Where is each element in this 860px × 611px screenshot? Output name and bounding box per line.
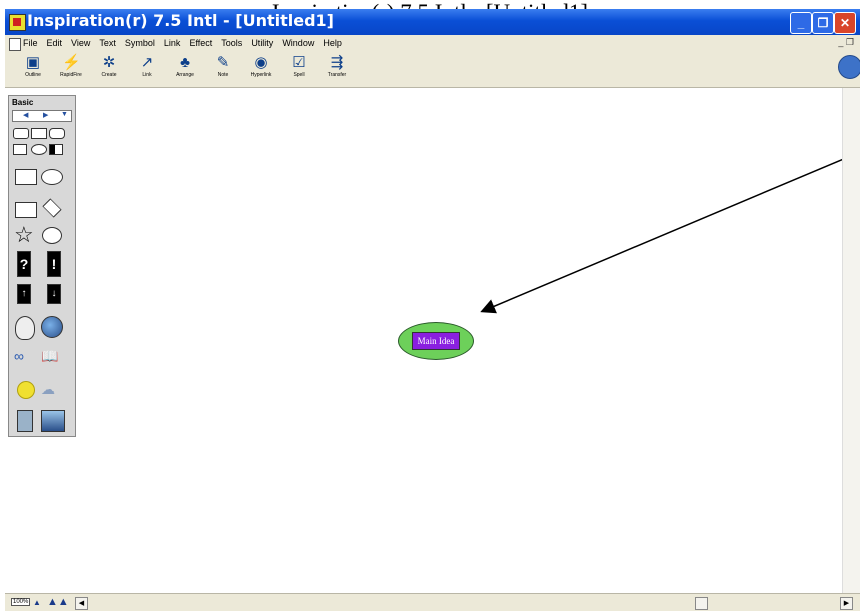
minimize-button[interactable]: _ (790, 12, 812, 34)
tool-label: Outline (25, 72, 41, 78)
note-icon: ✎ (216, 54, 230, 71)
star-box-symbol[interactable] (13, 144, 27, 155)
menu-item-effect[interactable]: Effect (189, 38, 212, 48)
tool-label: Link (142, 72, 152, 78)
tool-label: Spell (293, 72, 305, 78)
speech-bubble-symbol[interactable] (42, 227, 62, 244)
symbol-palette: Basic ◀ ▶ ▼ ☆ ? ! ↑ ↓ ∞ 📖 ☁ (8, 95, 76, 437)
menu-item-symbol[interactable]: Symbol (125, 38, 155, 48)
tool-link-button[interactable]: ↗ Link (127, 54, 167, 86)
diamond-symbol[interactable] (42, 198, 62, 218)
crossed-oval-symbol[interactable] (41, 169, 63, 185)
arrange-icon: ♣ (180, 54, 190, 71)
title-bar[interactable]: Inspiration(r) 7.5 Intl - [Untitled1] _ … (5, 9, 860, 35)
status-bar: 100% ▲ ▲▲ ◀ ▶ (5, 593, 860, 611)
tool-create-button[interactable]: ✲ Create (89, 54, 129, 86)
tool-label: Transfer (327, 72, 347, 78)
menu-item-tools[interactable]: Tools (221, 38, 242, 48)
transfer-icon: ⇶ (330, 54, 344, 71)
sun-symbol[interactable] (17, 381, 35, 399)
menu-item-file[interactable]: File (23, 38, 38, 48)
restore-button[interactable]: ❐ (812, 12, 834, 34)
rounded-square-symbol[interactable] (49, 128, 65, 139)
menu-item-help[interactable]: Help (323, 38, 342, 48)
scroll-thumb[interactable] (695, 597, 708, 610)
tool-transfer-button[interactable]: ⇶ Transfer (317, 54, 357, 86)
rectangle-symbol[interactable] (31, 128, 47, 139)
menu-item-view[interactable]: View (71, 38, 90, 48)
oval-symbol[interactable] (31, 144, 47, 155)
zoom-small-icon[interactable]: ▲ (33, 598, 41, 607)
mdi-controls[interactable]: _ ❐ (838, 37, 854, 48)
calculator-symbol[interactable] (17, 410, 33, 432)
create-icon: ✲ (102, 54, 116, 71)
glasses-symbol[interactable]: ∞ (14, 348, 24, 364)
tool-arrange-button[interactable]: ♣ Arrange (165, 54, 205, 86)
spell-icon: ☑ (292, 54, 306, 71)
menu-item-edit[interactable]: Edit (47, 38, 63, 48)
document-icon[interactable] (9, 38, 21, 51)
half-square-symbol[interactable] (49, 144, 63, 155)
app-icon[interactable] (9, 14, 26, 31)
large-rectangle-symbol[interactable] (15, 169, 37, 185)
tool-label: Arrange (176, 72, 194, 78)
tool-label: Hyperlink (250, 72, 272, 78)
rapidfire-icon: ⚡ (62, 54, 81, 71)
prev-arrow-icon[interactable]: ◀ (23, 111, 28, 119)
scroll-left-button[interactable]: ◀ (75, 597, 88, 610)
exclamation-symbol[interactable]: ! (47, 251, 61, 277)
menu-item-utility[interactable]: Utility (251, 38, 273, 48)
tool-note-button[interactable]: ✎ Note (203, 54, 243, 86)
mountain-symbol[interactable] (41, 410, 65, 432)
close-button[interactable]: ✕ (834, 12, 856, 34)
tool-outline-button[interactable]: ▣ Outline (13, 54, 53, 86)
palette-title: Basic (12, 98, 34, 107)
zoom-large-icon[interactable]: ▲▲ (47, 596, 69, 608)
star-symbol[interactable]: ☆ (14, 224, 34, 246)
link-icon: ↗ (140, 54, 154, 71)
zoom-level[interactable]: 100% (11, 598, 31, 606)
menu-item-text[interactable]: Text (99, 38, 116, 48)
toolbar: ▣ Outline ⚡ RapidFire ✲ Create ↗ Link ♣ Arrange ✎ N… (5, 52, 860, 88)
tool-rapidfire-button[interactable]: ⚡ RapidFire (51, 54, 91, 86)
down-arrow-symbol[interactable]: ↓ (47, 284, 61, 304)
dropdown-arrow-icon[interactable]: ▼ (61, 111, 68, 118)
cloud-symbol[interactable]: ☁ (41, 381, 55, 398)
tool-label: RapidFire (60, 72, 82, 78)
app-window: Inspiration(r) 7.5 Intl - [Untitled1] _ … (5, 0, 860, 611)
tool-spell-button[interactable]: ☑ Spell (279, 54, 319, 86)
question-symbol[interactable]: ? (17, 251, 31, 277)
menu-bar: File Edit View Text Symbol Link Effect Tools Uti… (5, 35, 860, 52)
vertical-scrollbar[interactable] (842, 88, 860, 593)
next-arrow-icon[interactable]: ▶ (43, 111, 48, 119)
palette-nav[interactable]: ◀ ▶ ▼ (12, 110, 72, 122)
outline-icon: ▣ (25, 54, 41, 71)
main-idea-label[interactable]: Main Idea (412, 332, 460, 350)
globe-icon[interactable] (838, 55, 860, 79)
up-arrow-symbol[interactable]: ↑ (17, 284, 31, 304)
scroll-right-button[interactable]: ▶ (840, 597, 853, 610)
hyperlink-icon: ◉ (254, 54, 268, 71)
book-symbol[interactable]: 📖 (41, 348, 58, 365)
tool-label: Note (217, 72, 229, 78)
rounded-rect-symbol[interactable] (13, 128, 29, 139)
menu-item-link[interactable]: Link (164, 38, 181, 48)
menu-item-window[interactable]: Window (282, 38, 314, 48)
main-idea-node[interactable]: Main Idea (398, 322, 474, 360)
tool-hyperlink-button[interactable]: ◉ Hyperlink (241, 54, 281, 86)
lightbulb-symbol[interactable] (15, 316, 35, 340)
earth-symbol[interactable] (41, 316, 63, 338)
tool-label: Create (101, 72, 117, 78)
window-title: Inspiration(r) 7.5 Intl - [Untitled1] (27, 11, 334, 30)
envelope-symbol[interactable] (15, 202, 37, 218)
